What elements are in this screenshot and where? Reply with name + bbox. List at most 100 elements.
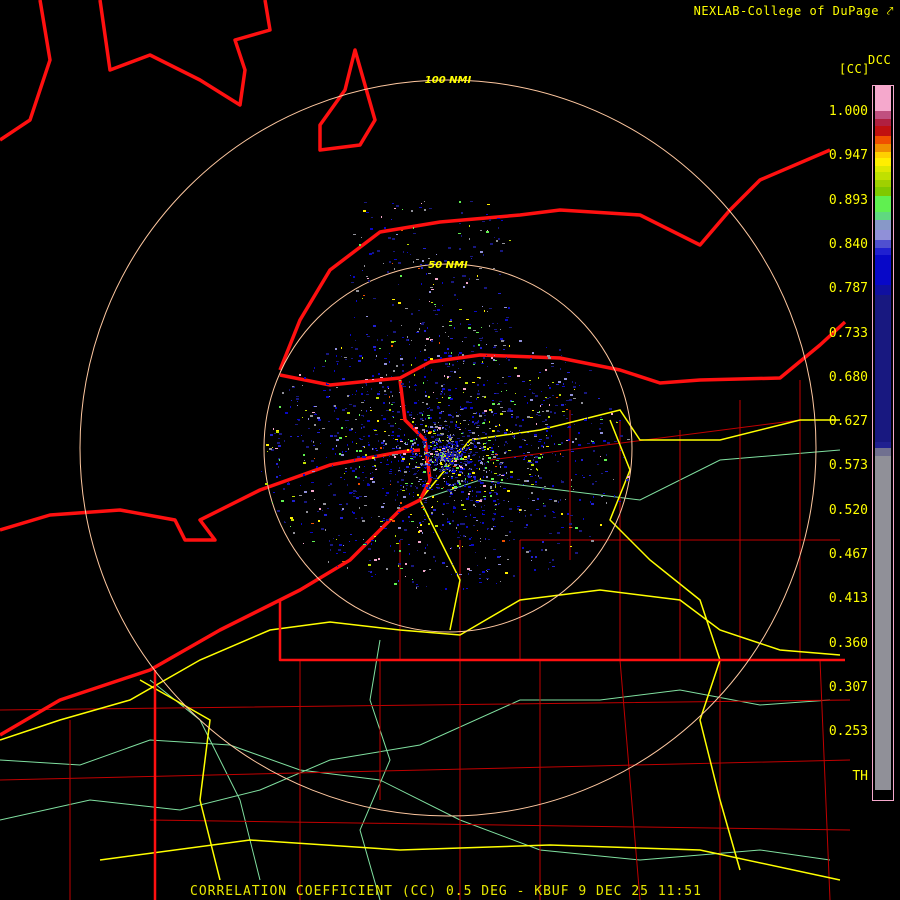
echo-pixel (418, 470, 419, 471)
echo-pixel (434, 464, 437, 466)
echo-pixel (483, 254, 484, 256)
echo-pixel (456, 470, 457, 471)
echo-pixel (523, 453, 525, 454)
echo-pixel (584, 392, 587, 394)
echo-pixel (509, 531, 511, 533)
echo-pixel (600, 432, 603, 434)
echo-pixel (464, 461, 466, 462)
echo-pixel (416, 259, 419, 260)
echo-pixel (517, 506, 520, 507)
echo-pixel (486, 455, 489, 456)
echo-pixel (606, 502, 607, 504)
echo-pixel (518, 484, 519, 485)
echo-pixel (439, 469, 440, 470)
echo-pixel (527, 432, 529, 433)
credit-text[interactable]: NEXLAB-College of DuPage (694, 4, 879, 18)
echo-pixel (590, 501, 591, 503)
echo-pixel (514, 435, 515, 437)
echo-pixel (475, 552, 476, 553)
echo-pixel (490, 486, 492, 487)
echo-pixel (398, 563, 401, 565)
echo-pixel (377, 250, 380, 252)
echo-pixel (378, 516, 380, 517)
echo-pixel (442, 440, 444, 441)
echo-pixel (468, 469, 471, 470)
echo-pixel (355, 468, 357, 470)
echo-pixel (438, 422, 439, 423)
echo-pixel (476, 332, 479, 333)
echo-pixel (433, 448, 436, 450)
echo-pixel (406, 466, 409, 468)
echo-pixel (445, 464, 447, 466)
echo-pixel (449, 470, 451, 471)
echo-pixel (427, 415, 430, 416)
echo-pixel (436, 443, 438, 445)
echo-pixel (276, 430, 279, 431)
echo-pixel (546, 437, 549, 439)
echo-pixel (433, 392, 434, 393)
echo-pixel (388, 237, 391, 239)
echo-pixel (472, 439, 474, 441)
echo-pixel (459, 483, 461, 485)
echo-pixel (436, 461, 437, 462)
echo-pixel (501, 391, 502, 392)
echo-pixel (425, 461, 426, 463)
color-scale-segment (875, 790, 891, 800)
echo-pixel (469, 538, 471, 540)
echo-pixel (417, 466, 420, 467)
echo-pixel (425, 434, 426, 435)
echo-pixel (464, 275, 466, 277)
echo-pixel (425, 395, 427, 397)
echo-pixel (470, 500, 473, 501)
echo-pixel (405, 576, 406, 577)
echo-pixel (450, 485, 453, 486)
color-scale-segment (875, 119, 891, 126)
echo-pixel (351, 282, 354, 283)
echo-pixel (600, 419, 603, 420)
echo-pixel (377, 393, 380, 395)
echo-pixel (504, 430, 505, 431)
echo-pixel (516, 416, 519, 418)
credit[interactable]: NEXLAB-College of DuPage ⤤ (694, 4, 894, 19)
echo-pixel (453, 484, 454, 486)
echo-pixel (469, 402, 472, 403)
echo-pixel (535, 556, 537, 558)
echo-pixel (413, 448, 414, 449)
echo-pixel (422, 472, 423, 473)
echo-pixel (448, 431, 449, 432)
echo-pixel (292, 496, 295, 497)
echo-pixel (452, 444, 455, 445)
echo-pixel (402, 520, 404, 522)
echo-pixel (492, 451, 494, 453)
echo-pixel (495, 425, 498, 426)
echo-pixel (360, 439, 363, 440)
echo-pixel (442, 474, 444, 475)
echo-pixel (484, 449, 486, 450)
echo-pixel (303, 462, 306, 464)
echo-pixel (476, 495, 477, 497)
external-link-icon[interactable]: ⤤ (887, 4, 894, 18)
echo-pixel (362, 446, 363, 447)
echo-pixel (499, 463, 502, 465)
echo-pixel (304, 501, 307, 503)
echo-pixel (535, 475, 536, 476)
echo-pixel (272, 447, 273, 448)
echo-pixel (519, 430, 520, 431)
echo-pixel (438, 434, 441, 436)
echo-pixel (609, 408, 612, 410)
echo-pixel (554, 443, 555, 445)
echo-pixel (465, 516, 467, 517)
echo-pixel (601, 496, 603, 497)
echo-pixel (352, 394, 353, 395)
echo-pixel (479, 491, 481, 493)
echo-pixel (385, 443, 387, 445)
echo-pixel (354, 459, 355, 461)
echo-pixel (458, 354, 459, 356)
echo-pixel (494, 526, 496, 527)
echo-pixel (347, 444, 348, 446)
echo-pixel (372, 375, 374, 377)
echo-pixel (461, 444, 464, 445)
echo-pixel (373, 448, 374, 450)
echo-pixel (425, 441, 427, 442)
echo-pixel (433, 509, 436, 511)
